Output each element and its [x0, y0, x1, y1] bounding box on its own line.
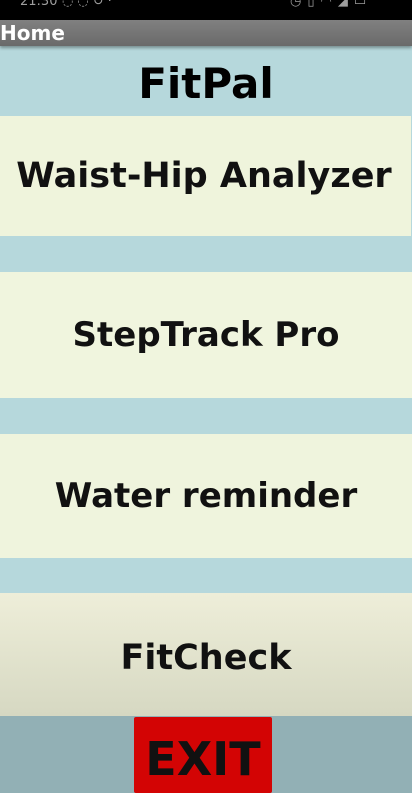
alarm-icon: ◷: [290, 0, 308, 9]
system-icons: ◷▯◠◢▭: [290, 0, 372, 9]
dot-icon: ·: [107, 0, 116, 9]
steptrack-pro-button[interactable]: StepTrack Pro: [0, 272, 412, 398]
exit-button[interactable]: EXIT: [134, 717, 272, 793]
notification-icons: ◌◌↻·: [62, 0, 116, 9]
fitcheck-button[interactable]: FitCheck: [0, 593, 412, 716]
app-name-heading: FitPal: [138, 59, 274, 108]
sync-icon: ↻: [92, 0, 108, 9]
page-title: Home: [0, 21, 65, 45]
whatsapp-icon: ◌: [62, 0, 78, 9]
status-time: 21:30: [20, 0, 58, 9]
signal-icon: ◢: [337, 0, 354, 9]
whatsapp-icon: ◌: [77, 0, 93, 9]
battery-icon: ▭: [353, 0, 373, 9]
water-reminder-button[interactable]: Water reminder: [0, 434, 412, 558]
vibrate-icon: ▯: [307, 0, 321, 9]
waist-hip-analyzer-button[interactable]: Waist-Hip Analyzer: [0, 116, 411, 236]
status-bar: 21:30 ◌◌↻· ◷▯◠◢▭: [0, 0, 412, 20]
action-bar: Home: [0, 20, 412, 46]
wifi-icon: ◠: [320, 0, 338, 9]
